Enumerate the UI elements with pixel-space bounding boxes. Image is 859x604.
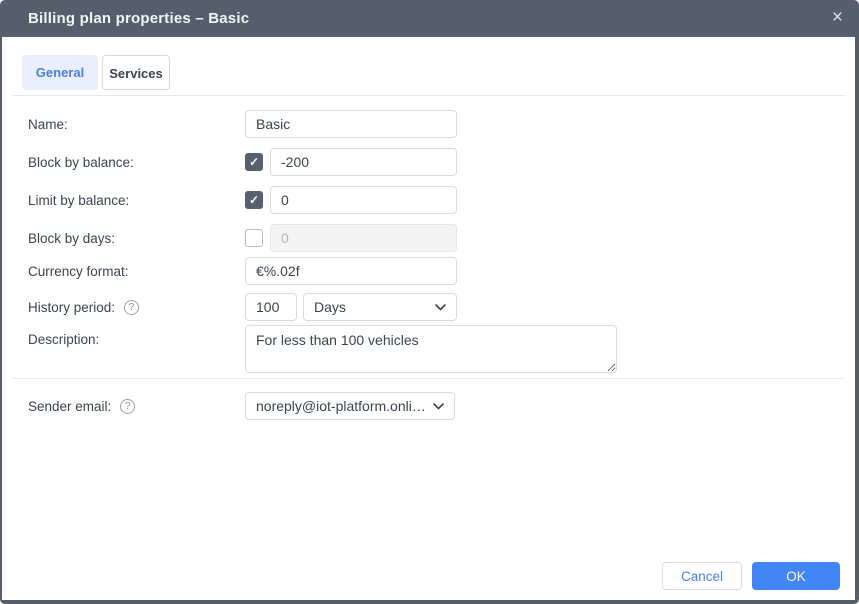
block-by-days-label: Block by days: bbox=[28, 224, 115, 252]
description-textarea[interactable]: For less than 100 vehicles bbox=[245, 325, 617, 373]
chevron-down-icon bbox=[433, 403, 444, 410]
history-period-label-text: History period: bbox=[28, 300, 115, 315]
tab-services[interactable]: Services bbox=[102, 55, 170, 90]
sender-email-label-text: Sender email: bbox=[28, 399, 111, 414]
block-by-balance-label: Block by balance: bbox=[28, 148, 134, 176]
block-by-days-checkbox[interactable]: ✓ bbox=[245, 229, 263, 247]
dialog-title: Billing plan properties – Basic bbox=[28, 0, 249, 37]
section-divider bbox=[12, 378, 845, 379]
limit-by-balance-label: Limit by balance: bbox=[28, 186, 129, 214]
sender-email-select[interactable]: noreply@iot-platform.onli… bbox=[245, 392, 455, 420]
history-period-label: History period: ? bbox=[28, 293, 139, 321]
help-icon[interactable]: ? bbox=[120, 399, 135, 414]
billing-plan-dialog: Billing plan properties – Basic × Genera… bbox=[0, 0, 859, 604]
block-by-balance-input[interactable] bbox=[270, 148, 457, 176]
block-by-balance-checkbox[interactable]: ✓ bbox=[245, 153, 263, 171]
name-label: Name: bbox=[28, 110, 68, 138]
tab-general[interactable]: General bbox=[22, 55, 98, 90]
block-by-days-input bbox=[270, 224, 457, 252]
check-icon: ✓ bbox=[246, 154, 262, 170]
currency-format-label: Currency format: bbox=[28, 257, 129, 285]
tabs-divider bbox=[12, 95, 845, 96]
help-icon[interactable]: ? bbox=[124, 300, 139, 315]
close-icon[interactable]: × bbox=[832, 0, 843, 36]
history-period-input[interactable] bbox=[245, 293, 297, 321]
sender-email-label: Sender email: ? bbox=[28, 392, 135, 420]
ok-button[interactable]: OK bbox=[752, 562, 840, 590]
dialog-titlebar: Billing plan properties – Basic × bbox=[0, 0, 859, 37]
name-input[interactable] bbox=[245, 110, 457, 138]
limit-by-balance-checkbox[interactable]: ✓ bbox=[245, 191, 263, 209]
currency-format-input[interactable] bbox=[245, 257, 457, 285]
limit-by-balance-input[interactable] bbox=[270, 186, 457, 214]
history-period-unit-value: Days bbox=[314, 299, 346, 315]
history-period-unit-select[interactable]: Days bbox=[303, 293, 457, 321]
check-icon: ✓ bbox=[246, 192, 262, 208]
cancel-button[interactable]: Cancel bbox=[662, 562, 742, 590]
description-label: Description: bbox=[28, 325, 99, 353]
sender-email-value: noreply@iot-platform.onli… bbox=[256, 398, 426, 414]
chevron-down-icon bbox=[435, 304, 446, 311]
